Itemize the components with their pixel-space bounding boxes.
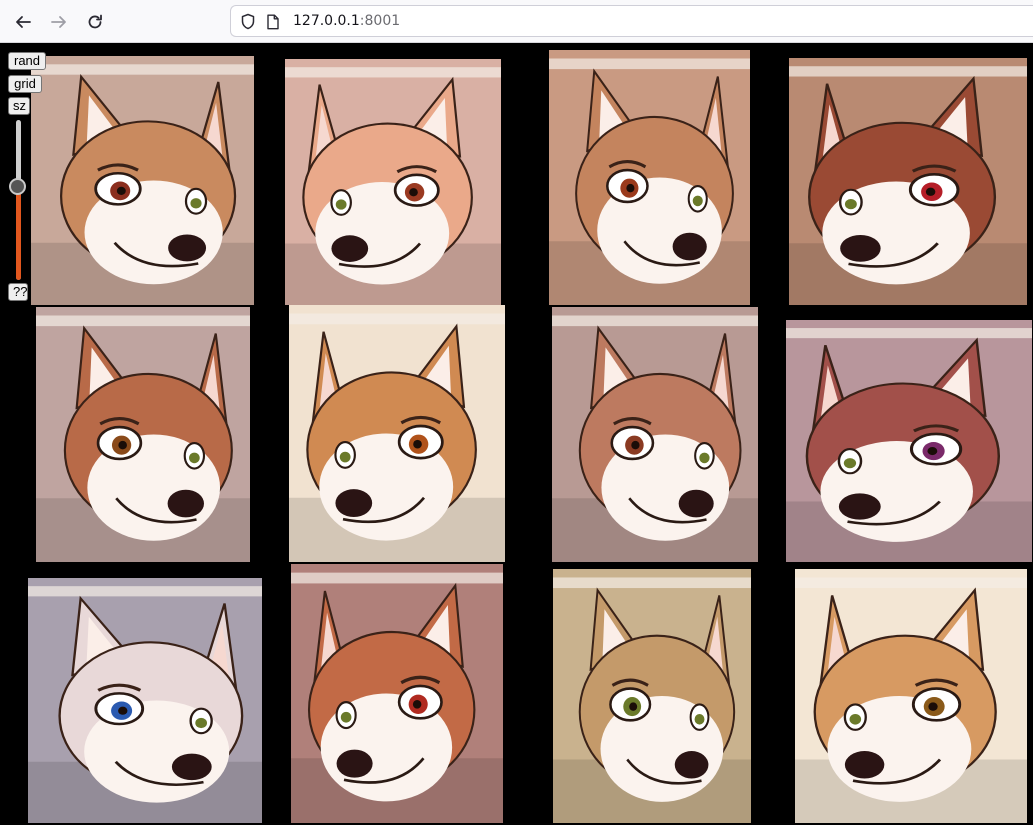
generated-image[interactable] bbox=[786, 320, 1032, 562]
canine-portrait bbox=[28, 578, 262, 823]
generated-image[interactable] bbox=[36, 307, 250, 562]
size-slider-thumb[interactable] bbox=[9, 178, 26, 195]
back-button[interactable] bbox=[9, 8, 37, 36]
canine-portrait bbox=[36, 307, 250, 562]
generated-image[interactable] bbox=[289, 305, 505, 562]
reload-icon bbox=[88, 14, 102, 29]
canine-portrait bbox=[552, 307, 758, 562]
url-bar[interactable]: 127.0.0.1:8001 bbox=[230, 5, 1033, 37]
canine-portrait bbox=[786, 320, 1032, 562]
help-button[interactable]: ?? bbox=[8, 283, 28, 301]
generated-image[interactable] bbox=[553, 569, 751, 823]
forward-button[interactable] bbox=[45, 8, 73, 36]
page-icon[interactable] bbox=[266, 14, 280, 30]
reload-button[interactable] bbox=[81, 8, 109, 36]
generated-image[interactable] bbox=[549, 50, 750, 305]
url-host: 127.0.0.1 bbox=[293, 13, 360, 29]
arrow-left-icon bbox=[16, 16, 31, 28]
canine-portrait bbox=[549, 50, 750, 305]
canine-portrait bbox=[289, 305, 505, 562]
size-button[interactable]: sz bbox=[8, 97, 30, 115]
generated-image[interactable] bbox=[31, 56, 254, 305]
generated-image[interactable] bbox=[795, 569, 1027, 823]
browser-toolbar: 127.0.0.1:8001 bbox=[0, 0, 1033, 43]
generated-image[interactable] bbox=[28, 578, 262, 823]
canine-portrait bbox=[795, 569, 1027, 823]
canine-portrait bbox=[789, 58, 1027, 305]
page-viewport: rand grid sz ?? bbox=[0, 44, 1033, 825]
url-text[interactable]: 127.0.0.1:8001 bbox=[293, 13, 400, 29]
generated-image[interactable] bbox=[552, 307, 758, 562]
generated-image[interactable] bbox=[291, 564, 503, 823]
canine-portrait bbox=[31, 56, 254, 305]
canine-portrait bbox=[291, 564, 503, 823]
canine-portrait bbox=[285, 59, 501, 305]
shield-icon[interactable] bbox=[240, 13, 256, 30]
rand-button[interactable]: rand bbox=[8, 52, 46, 70]
generated-image[interactable] bbox=[285, 59, 501, 305]
canine-portrait bbox=[553, 569, 751, 823]
generated-image[interactable] bbox=[789, 58, 1027, 305]
size-slider[interactable] bbox=[16, 120, 21, 280]
grid-button[interactable]: grid bbox=[8, 75, 42, 93]
size-slider-fill bbox=[16, 186, 21, 280]
url-port: :8001 bbox=[359, 13, 401, 29]
arrow-right-icon bbox=[51, 16, 66, 28]
